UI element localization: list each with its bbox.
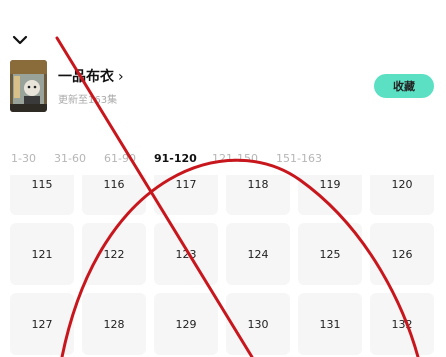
episode-cell[interactable]: 123 xyxy=(154,223,218,285)
range-tab[interactable]: 151-163 xyxy=(276,152,322,165)
range-tab-active[interactable]: 91-120 xyxy=(154,152,197,165)
range-tab[interactable]: 1-30 xyxy=(11,152,36,165)
episode-cell[interactable]: 116 xyxy=(82,175,146,215)
episode-cell[interactable]: 120 xyxy=(370,175,434,215)
episode-cell[interactable]: 127 xyxy=(10,293,74,355)
episode-cell[interactable]: 117 xyxy=(154,175,218,215)
episode-cell[interactable]: 130 xyxy=(226,293,290,355)
episode-cell[interactable]: 119 xyxy=(298,175,362,215)
chevron-down-icon xyxy=(12,35,28,45)
episode-cell[interactable]: 118 xyxy=(226,175,290,215)
range-tab[interactable]: 31-60 xyxy=(54,152,86,165)
drama-title[interactable]: 一品布衣 › xyxy=(58,66,124,86)
episode-grid: 115 116 117 118 119 120 121 122 123 124 … xyxy=(0,175,446,357)
episode-cell[interactable]: 124 xyxy=(226,223,290,285)
episode-cell[interactable]: 131 xyxy=(298,293,362,355)
episode-cell[interactable]: 115 xyxy=(10,175,74,215)
collapse-button[interactable] xyxy=(8,28,32,52)
episode-cell[interactable]: 121 xyxy=(10,223,74,285)
range-tab[interactable]: 61-90 xyxy=(104,152,136,165)
episode-range-tabs: 1-30 31-60 61-90 91-120 121-150 151-163 xyxy=(0,152,446,170)
episode-cell[interactable]: 128 xyxy=(82,293,146,355)
episode-cell[interactable]: 132 xyxy=(370,293,434,355)
collect-button[interactable]: 收藏 xyxy=(374,74,434,98)
episode-cell[interactable]: 126 xyxy=(370,223,434,285)
drama-title-text: 一品布衣 xyxy=(58,69,114,85)
episode-cell[interactable]: 125 xyxy=(298,223,362,285)
chevron-right-icon: › xyxy=(118,69,124,85)
episode-cell[interactable]: 122 xyxy=(82,223,146,285)
range-tab[interactable]: 121-150 xyxy=(212,152,258,165)
episode-cell[interactable]: 129 xyxy=(154,293,218,355)
drama-cover-image[interactable] xyxy=(10,60,47,112)
update-status: 更新至163集 xyxy=(58,95,118,106)
